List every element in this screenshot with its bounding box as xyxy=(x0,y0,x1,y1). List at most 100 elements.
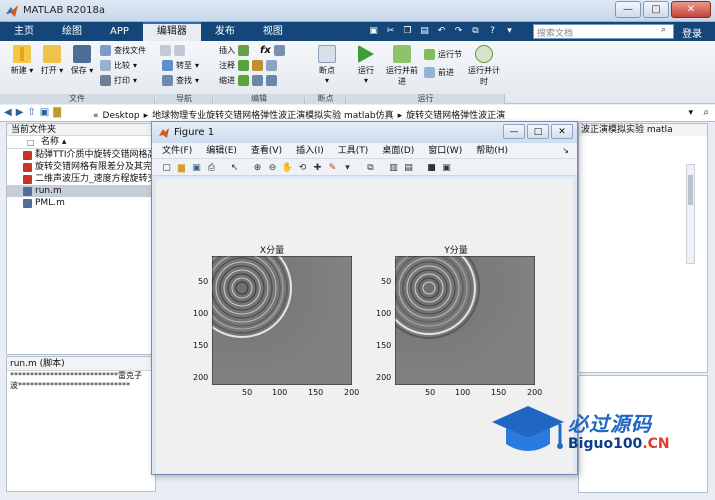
switch-window-icon[interactable]: ⧉ xyxy=(468,24,483,38)
fx-button[interactable]: fx xyxy=(260,45,285,56)
brush-dropdown-icon[interactable]: ▾ xyxy=(341,161,354,174)
open-file-icon[interactable]: ▆ xyxy=(175,161,188,174)
search-icon[interactable]: ⌕ xyxy=(661,25,666,35)
tab-1[interactable]: 绘图 xyxy=(48,22,96,41)
figure-menu-item[interactable]: 查看(V) xyxy=(251,143,282,158)
figure-menu-item[interactable]: 帮助(H) xyxy=(476,143,508,158)
breadcrumb[interactable]: «Desktop ▸ 地球物理专业旋转交错网格弹性波正演模拟实验 matlab仿真 ▸… xyxy=(93,108,509,121)
breakpoints-button[interactable]: 断点 ▾ xyxy=(312,45,342,85)
show-plot-tools-icon[interactable]: ▣ xyxy=(440,161,453,174)
find-files-button[interactable]: 查找文件 xyxy=(100,45,146,56)
help-icon[interactable]: ? xyxy=(485,24,500,38)
figure-minimize-button[interactable]: — xyxy=(503,124,525,139)
goto-icon xyxy=(162,60,173,71)
axes-title-y: Y分量 xyxy=(444,246,468,256)
figure-close-button[interactable]: ✕ xyxy=(551,124,573,139)
file-name: 旋转交错网格有限差分及其完全匹配层吸收边界条件.pdf xyxy=(35,162,155,172)
menu-arrow-icon[interactable]: ↘ xyxy=(562,143,569,159)
zoom-out-icon[interactable]: ⊖ xyxy=(266,161,279,174)
colorbar-icon[interactable]: ▥ xyxy=(387,161,400,174)
file-list-item[interactable]: 旋转交错网格有限差分及其完全匹配层吸收边界条件.pdf xyxy=(7,161,155,173)
file-list-item[interactable]: 二维声波压力_速度方程旋转交错网格.pdf xyxy=(7,173,155,185)
path-dropdown-icon[interactable]: ▾ xyxy=(688,108,693,118)
quick-access-toolbar: ▣ ✂ ❐ ▤ ↶ ↷ ⧉ ? ▾ xyxy=(366,24,517,38)
breadcrumb-segment[interactable]: 旋转交错网格弹性波正演 xyxy=(406,111,505,121)
smart-indent-icon xyxy=(238,75,249,86)
breadcrumb-segment[interactable]: Desktop xyxy=(103,111,140,121)
tab-5[interactable]: 视图 xyxy=(249,22,297,41)
hide-plot-tools-icon[interactable]: ■ xyxy=(425,161,438,174)
save-figure-icon[interactable]: ▣ xyxy=(190,161,203,174)
figure-menu-item[interactable]: 插入(I) xyxy=(296,143,324,158)
file-list-item[interactable]: run.m xyxy=(7,185,155,197)
redo-icon[interactable]: ↷ xyxy=(451,24,466,38)
search-documentation-input[interactable]: 搜索文档 xyxy=(533,24,674,39)
code-line: 波**************************** xyxy=(10,381,130,390)
pan-icon[interactable]: ✋ xyxy=(281,161,294,174)
folder-up-icon[interactable]: ⇧ xyxy=(27,107,35,118)
tab-0[interactable]: 主页 xyxy=(0,22,48,41)
breadcrumb-segment[interactable]: ▸ xyxy=(144,111,149,121)
cut-icon[interactable]: ✂ xyxy=(383,24,398,38)
tab-2[interactable]: APP xyxy=(96,22,143,41)
data-cursor-icon[interactable]: ✚ xyxy=(311,161,324,174)
rotate-3d-icon[interactable]: ⟲ xyxy=(296,161,309,174)
zoom-in-icon[interactable]: ⊕ xyxy=(251,161,264,174)
x-tick: 200 xyxy=(527,388,543,397)
edit-plot-icon[interactable]: ↖ xyxy=(228,161,241,174)
open-button[interactable]: 打开 ▾ xyxy=(38,45,66,76)
compare-button[interactable]: 比较 ▾ xyxy=(100,60,137,71)
figure-menu-item[interactable]: 工具(T) xyxy=(338,143,369,158)
brush-icon[interactable]: ✎ xyxy=(326,161,339,174)
tab-4[interactable]: 发布 xyxy=(201,22,249,41)
print-figure-icon[interactable]: ⎙ xyxy=(205,161,218,174)
paste-icon[interactable]: ▤ xyxy=(417,24,432,38)
comment-button[interactable]: 注释 xyxy=(219,60,277,71)
minimize-button[interactable]: — xyxy=(615,1,641,18)
wavefield-x-image[interactable] xyxy=(212,256,352,385)
file-name: 黏弹TTI介质中旋转交错网格高阶有限差分数值模拟.pdf xyxy=(35,150,155,160)
login-link[interactable]: 登录 xyxy=(682,25,702,40)
breadcrumb-segment[interactable]: ▸ xyxy=(398,111,403,121)
copy-icon[interactable]: ❐ xyxy=(400,24,415,38)
breadcrumb-segment[interactable]: 地球物理专业旋转交错网格弹性波正演模拟实验 matlab仿真 xyxy=(152,111,393,121)
figure-menu-item[interactable]: 窗口(W) xyxy=(428,143,462,158)
tab-3[interactable]: 编辑器 xyxy=(142,22,201,41)
figure-menu-item[interactable]: 编辑(E) xyxy=(206,143,237,158)
save-icon[interactable]: ▣ xyxy=(366,24,381,38)
file-list-item[interactable]: PML.m xyxy=(7,197,155,209)
indent-button[interactable]: 缩进 xyxy=(219,75,277,86)
scrollbar-thumb[interactable] xyxy=(688,175,693,205)
vertical-scrollbar[interactable] xyxy=(686,164,695,264)
dropdown-icon[interactable]: ▾ xyxy=(502,24,517,38)
run-button[interactable]: 运行 ▾ xyxy=(352,45,380,85)
new-button[interactable]: 新建 ▾ xyxy=(8,45,36,76)
browse-folder-icon[interactable]: ▣ xyxy=(40,107,49,118)
print-button[interactable]: 打印 ▾ xyxy=(100,75,137,86)
insert-button[interactable]: 插入 xyxy=(219,45,249,56)
forward-arrow-icon[interactable]: ▶ xyxy=(16,107,24,118)
file-list-item[interactable]: 黏弹TTI介质中旋转交错网格高阶有限差分数值模拟.pdf xyxy=(7,149,155,161)
column-header-name[interactable]: □ 名称 ▴ xyxy=(7,136,155,149)
run-section-button[interactable]: 运行节 xyxy=(424,49,462,60)
run-and-advance-button[interactable]: 运行并前进 xyxy=(386,45,418,87)
link-plot-icon[interactable]: ⧉ xyxy=(364,161,377,174)
root-folder-icon[interactable]: ▇ xyxy=(53,107,61,118)
figure-menu-item[interactable]: 桌面(D) xyxy=(382,143,414,158)
close-button[interactable]: ✕ xyxy=(671,1,711,18)
legend-icon[interactable]: ▤ xyxy=(402,161,415,174)
breadcrumb-segment[interactable]: « xyxy=(93,111,99,121)
wavefield-y-image[interactable] xyxy=(395,256,535,385)
find-button[interactable]: 查找 ▾ xyxy=(162,75,199,86)
goto-button[interactable]: 转至 ▾ xyxy=(162,60,199,71)
maximize-button[interactable]: □ xyxy=(643,1,669,18)
figure-menu-item[interactable]: 文件(F) xyxy=(162,143,192,158)
back-arrow-icon[interactable]: ◀ xyxy=(4,107,12,118)
figure-maximize-button[interactable]: □ xyxy=(527,124,549,139)
save-button[interactable]: 保存 ▾ xyxy=(68,45,96,76)
new-figure-icon[interactable]: ▢ xyxy=(160,161,173,174)
path-search-icon[interactable]: ⌕ xyxy=(703,107,709,118)
advance-button[interactable]: 前进 xyxy=(424,67,454,78)
undo-icon[interactable]: ↶ xyxy=(434,24,449,38)
run-and-time-button[interactable]: 运行并计时 xyxy=(468,45,500,87)
